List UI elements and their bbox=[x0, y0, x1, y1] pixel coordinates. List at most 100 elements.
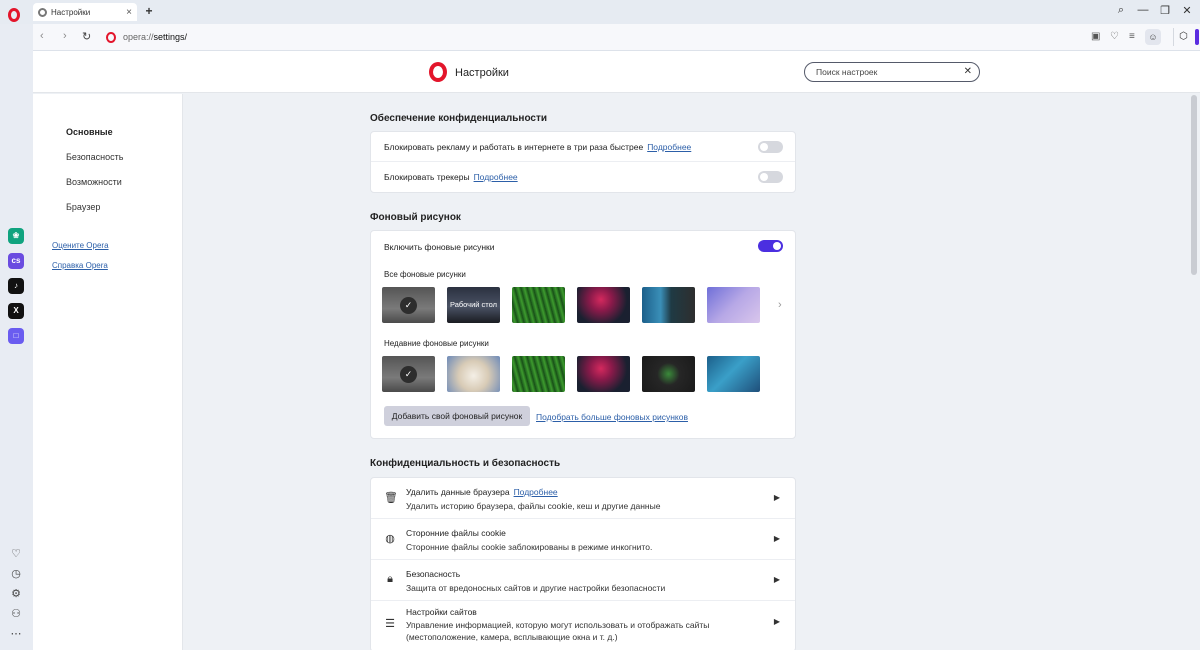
block-trackers-toggle[interactable] bbox=[758, 171, 783, 183]
wallpaper-thumb-grass[interactable] bbox=[512, 287, 565, 323]
page-scrollbar[interactable] bbox=[1191, 95, 1197, 275]
chatgpt-icon[interactable]: ❀ bbox=[8, 228, 24, 244]
clear-data-title: Удалить данные браузера bbox=[406, 487, 510, 497]
clear-data-row[interactable]: 🗑︎ Удалить данные браузера Подробнее Удал… bbox=[371, 478, 795, 519]
extensions-icon[interactable]: ⬡ bbox=[1173, 28, 1193, 46]
block-ads-label: Блокировать рекламу и работать в интерне… bbox=[384, 142, 644, 152]
gear-icon bbox=[38, 7, 47, 17]
sliders-icon: ☰ bbox=[385, 618, 395, 630]
tiktok-icon[interactable]: ♪ bbox=[8, 278, 24, 294]
site-settings-title: Настройки сайтов bbox=[406, 607, 477, 617]
title-bar: Настройки × + ⌕ — ❐ ✕ bbox=[0, 0, 1200, 24]
site-settings-desc: Управление информацией, которую могут ис… bbox=[406, 620, 710, 642]
clear-search-icon[interactable]: ✕ bbox=[964, 66, 972, 77]
wallpaper-section-title: Фоновый рисунок bbox=[370, 212, 461, 223]
more-icon[interactable]: ⋯ bbox=[9, 627, 23, 640]
aria-bar[interactable] bbox=[1195, 29, 1199, 45]
lock-icon: 🔒︎ bbox=[387, 573, 393, 585]
add-wallpaper-button[interactable]: Добавить свой фоновый рисунок bbox=[384, 406, 530, 426]
enable-wallpaper-label: Включить фоновые рисунки bbox=[384, 242, 495, 252]
address-bar: ‹ › ↻ opera://settings/ ▣ ♡ ≡ ☺ ⬡ bbox=[33, 24, 1200, 51]
wallpaper-card: Включить фоновые рисунки Все фоновые рис… bbox=[370, 230, 796, 439]
site-settings-row[interactable]: ☰ Настройки сайтов Управление информацие… bbox=[371, 601, 795, 650]
new-tab-button[interactable]: + bbox=[142, 4, 156, 18]
nav-item-security[interactable]: Безопасность bbox=[66, 152, 123, 162]
minimize-icon[interactable]: — bbox=[1133, 4, 1153, 16]
recent-wallpapers-label: Недавние фоновые рисунки bbox=[384, 339, 489, 348]
close-tab-icon[interactable]: × bbox=[126, 7, 132, 18]
recent-thumb-tree[interactable] bbox=[577, 356, 630, 392]
security-card: 🗑︎ Удалить данные браузера Подробнее Удал… bbox=[370, 477, 796, 650]
chevron-right-icon[interactable]: › bbox=[778, 299, 782, 311]
cookies-title: Сторонние файлы cookie bbox=[406, 528, 506, 538]
security-desc: Защита от вредоносных сайтов и другие на… bbox=[406, 583, 666, 593]
nav-item-basic[interactable]: Основные bbox=[66, 127, 113, 137]
clear-data-more-link[interactable]: Подробнее bbox=[514, 487, 558, 497]
block-trackers-row: Блокировать трекеры Подробнее bbox=[371, 162, 795, 192]
forward-icon[interactable]: › bbox=[63, 30, 67, 42]
block-ads-toggle[interactable] bbox=[758, 141, 783, 153]
aria-app-icon[interactable]: □ bbox=[8, 328, 24, 344]
check-icon: ✓ bbox=[400, 297, 417, 314]
heart-icon[interactable]: ♡ bbox=[1110, 31, 1119, 42]
security-section-title: Конфиденциальность и безопасность bbox=[370, 458, 561, 469]
opera-menu-icon[interactable] bbox=[8, 8, 20, 22]
trash-icon: 🗑︎ bbox=[384, 492, 398, 504]
maximize-icon[interactable]: ❐ bbox=[1155, 4, 1175, 17]
security-row[interactable]: 🔒︎ Безопасность Защита от вредоносных са… bbox=[371, 560, 795, 601]
clear-data-desc: Удалить историю браузера, файлы cookie, … bbox=[406, 501, 661, 511]
search-input[interactable] bbox=[816, 67, 956, 77]
privacy-section-title: Обеспечение конфиденциальности bbox=[370, 113, 548, 124]
recent-thumb-hex[interactable] bbox=[642, 356, 695, 392]
camera-icon[interactable]: ▣ bbox=[1091, 31, 1100, 42]
tab-settings[interactable]: Настройки × bbox=[33, 3, 137, 21]
tab-title: Настройки bbox=[51, 7, 91, 17]
reload-icon[interactable]: ↻ bbox=[82, 30, 91, 43]
recent-thumb-blue[interactable] bbox=[707, 356, 760, 392]
nav-item-browser[interactable]: Браузер bbox=[66, 202, 100, 212]
settings-page: Настройки ✕ Основные Безопасность Возмож… bbox=[33, 51, 1200, 650]
wallpaper-thumb-blue[interactable] bbox=[642, 287, 695, 323]
opera-logo-icon bbox=[429, 62, 447, 82]
all-wallpapers-label: Все фоновые рисунки bbox=[384, 270, 466, 279]
sidebar: ❀ cs ♪ X □ ♡ ◷ ⚙ ⚇ ⋯ bbox=[0, 24, 33, 650]
rate-opera-link[interactable]: Оцените Opera bbox=[52, 241, 109, 250]
check-icon: ✓ bbox=[400, 366, 417, 383]
wallpaper-thumb-dark[interactable]: ✓ bbox=[382, 287, 435, 323]
nav-item-features[interactable]: Возможности bbox=[66, 177, 122, 187]
easy-setup-icon[interactable]: ≡ bbox=[1129, 31, 1135, 42]
block-ads-row: Блокировать рекламу и работать в интерне… bbox=[371, 132, 795, 162]
arrow-right-icon: ▶ bbox=[773, 575, 780, 584]
opera-help-link[interactable]: Справка Opera bbox=[52, 261, 108, 270]
recent-thumb-grass[interactable] bbox=[512, 356, 565, 392]
recent-thumb-puppy[interactable] bbox=[447, 356, 500, 392]
arrow-right-icon: ▶ bbox=[773, 617, 780, 626]
heart-icon[interactable]: ♡ bbox=[9, 547, 23, 560]
gear-icon[interactable]: ⚙ bbox=[9, 587, 23, 600]
block-trackers-label: Блокировать трекеры bbox=[384, 172, 470, 182]
opera-url-icon bbox=[106, 32, 116, 43]
cookies-desc: Сторонние файлы cookie заблокированы в р… bbox=[406, 542, 653, 552]
cookies-row[interactable]: ◍ Сторонние файлы cookie Сторонние файлы… bbox=[371, 519, 795, 560]
block-ads-more-link[interactable]: Подробнее bbox=[647, 142, 691, 152]
wallpaper-thumb-tree[interactable] bbox=[577, 287, 630, 323]
wallpaper-thumb-lilac[interactable] bbox=[707, 287, 760, 323]
more-wallpapers-link[interactable]: Подобрать больше фоновых рисунков bbox=[536, 412, 688, 422]
search-field[interactable]: ✕ bbox=[804, 62, 980, 82]
history-icon[interactable]: ◷ bbox=[9, 567, 23, 580]
profile-icon[interactable]: ☺ bbox=[1145, 29, 1161, 45]
settings-header: Настройки ✕ bbox=[33, 51, 1200, 93]
url-field[interactable]: opera://settings/ bbox=[123, 32, 187, 42]
block-trackers-more-link[interactable]: Подробнее bbox=[474, 172, 518, 182]
search-tabs-icon[interactable]: ⌕ bbox=[1111, 4, 1131, 17]
wallpaper-thumb-desktop[interactable]: Рабочий стол bbox=[447, 287, 500, 323]
enable-wallpaper-toggle[interactable] bbox=[758, 240, 783, 252]
desktop-wallpaper-label: Рабочий стол bbox=[449, 300, 498, 309]
recent-thumb-dark[interactable]: ✓ bbox=[382, 356, 435, 392]
cookie-icon: ◍ bbox=[385, 533, 395, 545]
chatsonic-icon[interactable]: cs bbox=[8, 253, 24, 269]
bulb-icon[interactable]: ⚇ bbox=[9, 607, 23, 620]
x-icon[interactable]: X bbox=[8, 303, 24, 319]
back-icon[interactable]: ‹ bbox=[40, 30, 44, 42]
close-window-icon[interactable]: ✕ bbox=[1177, 4, 1197, 17]
